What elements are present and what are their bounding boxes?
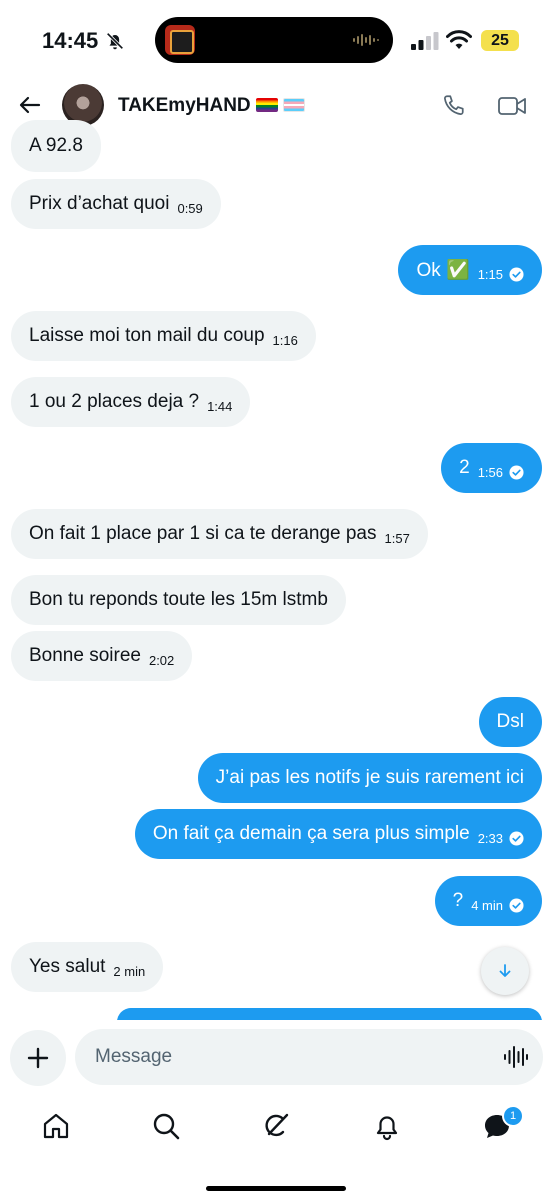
message-incoming[interactable]: Laisse moi ton mail du coup 1:16 (11, 311, 316, 361)
message-outgoing[interactable]: J’ai pas les notifs je suis rarement ici (197, 753, 542, 803)
home-icon[interactable] (40, 1110, 72, 1142)
message-text: Laisse moi ton mail du coup (29, 325, 265, 346)
notifications-icon[interactable] (371, 1110, 403, 1142)
message-text: On fait 1 place par 1 si ca te derange p… (29, 523, 377, 544)
message-incoming[interactable]: A 92.8 (11, 120, 101, 172)
bell-off-icon (106, 32, 124, 50)
message-timestamp: 4 min (471, 897, 503, 913)
read-receipt-icon (509, 897, 524, 913)
message-timestamp: 2 min (113, 963, 146, 979)
message-composer (0, 1020, 553, 1098)
voice-message-icon[interactable] (503, 1045, 529, 1069)
message-incoming[interactable]: Bon tu reponds toute les 15m lstmb (11, 575, 346, 625)
read-receipt-icon (509, 830, 524, 846)
messages-badge: 1 (502, 1105, 524, 1127)
message-incoming[interactable]: Bonne soiree 2:02 (11, 631, 193, 681)
message-outgoing[interactable]: 2 1:56 (441, 443, 542, 493)
bottom-navigation: 1 (0, 1098, 553, 1200)
video-icon[interactable] (497, 94, 527, 118)
cellular-signal-icon (411, 32, 439, 50)
home-indicator (206, 1186, 346, 1191)
message-text: 2 (459, 457, 470, 478)
message-timestamp: 1:44 (207, 398, 233, 414)
message-timestamp: 0:59 (177, 200, 203, 216)
status-time: 14:45 (42, 28, 99, 53)
message-incoming[interactable]: 1 ou 2 places deja ? 1:44 (11, 377, 251, 427)
message-text: Ok ✅ (416, 260, 470, 281)
message-input-wrapper[interactable] (75, 1029, 543, 1085)
read-receipt-icon (509, 266, 524, 282)
transgender-flag-icon (282, 98, 305, 112)
status-bar: 14:45 25 (0, 0, 553, 80)
rainbow-flag-icon (255, 98, 278, 112)
message-incoming[interactable]: On fait 1 place par 1 si ca te derange p… (11, 509, 428, 559)
arrow-down-icon (499, 964, 511, 977)
message-incoming[interactable]: Prix d’achat quoi 0:59 (11, 179, 221, 229)
phone-icon[interactable] (440, 93, 466, 119)
battery-indicator: 25 (481, 30, 519, 51)
message-timestamp: 1:16 (272, 332, 298, 348)
message-text: Bonne soiree (29, 645, 141, 666)
message-timestamp: 2:02 (148, 652, 175, 668)
message-timestamp: 2:33 (477, 830, 503, 846)
message-text: Bon tu reponds toute les 15m lstmb (29, 589, 328, 610)
grok-icon[interactable] (260, 1110, 292, 1142)
message-text: 1 ou 2 places deja ? (29, 391, 200, 412)
message-timestamp: 1:56 (477, 464, 503, 480)
dynamic-island (155, 17, 393, 63)
message-outgoing[interactable]: Dsl (478, 697, 542, 747)
message-timestamp: 1:15 (477, 266, 503, 282)
message-timestamp: 1:57 (384, 530, 410, 546)
scroll-to-bottom-button[interactable] (481, 947, 529, 995)
read-receipt-icon (509, 464, 524, 480)
message-text: On fait ça demain ça sera plus simple (152, 823, 470, 844)
back-arrow-icon[interactable] (18, 93, 42, 117)
search-icon[interactable] (150, 1110, 182, 1142)
plus-icon (27, 1047, 49, 1069)
message-text: Prix d’achat quoi (29, 193, 170, 214)
now-playing-artwork (165, 25, 195, 55)
message-outgoing[interactable]: On fait ça demain ça sera plus simple 2:… (134, 809, 542, 859)
message-incoming[interactable]: Yes salut 2 min (11, 942, 164, 992)
message-text: Dsl (496, 711, 524, 732)
message-text: Yes salut (29, 956, 106, 977)
message-outgoing[interactable]: ? 4 min (434, 876, 542, 926)
audio-wave-icon (353, 34, 379, 46)
wifi-icon (446, 30, 472, 49)
contact-name[interactable]: TAKEmyHAND (118, 95, 305, 117)
message-text: J’ai pas les notifs je suis rarement ici (215, 767, 524, 788)
message-text: ? (452, 890, 464, 911)
contact-name-text: TAKEmyHAND (118, 95, 251, 116)
message-text: A 92.8 (29, 135, 83, 156)
message-outgoing[interactable]: Ok ✅ 1:15 (398, 245, 542, 295)
add-attachment-button[interactable] (10, 1030, 66, 1086)
message-input[interactable] (95, 1029, 495, 1085)
